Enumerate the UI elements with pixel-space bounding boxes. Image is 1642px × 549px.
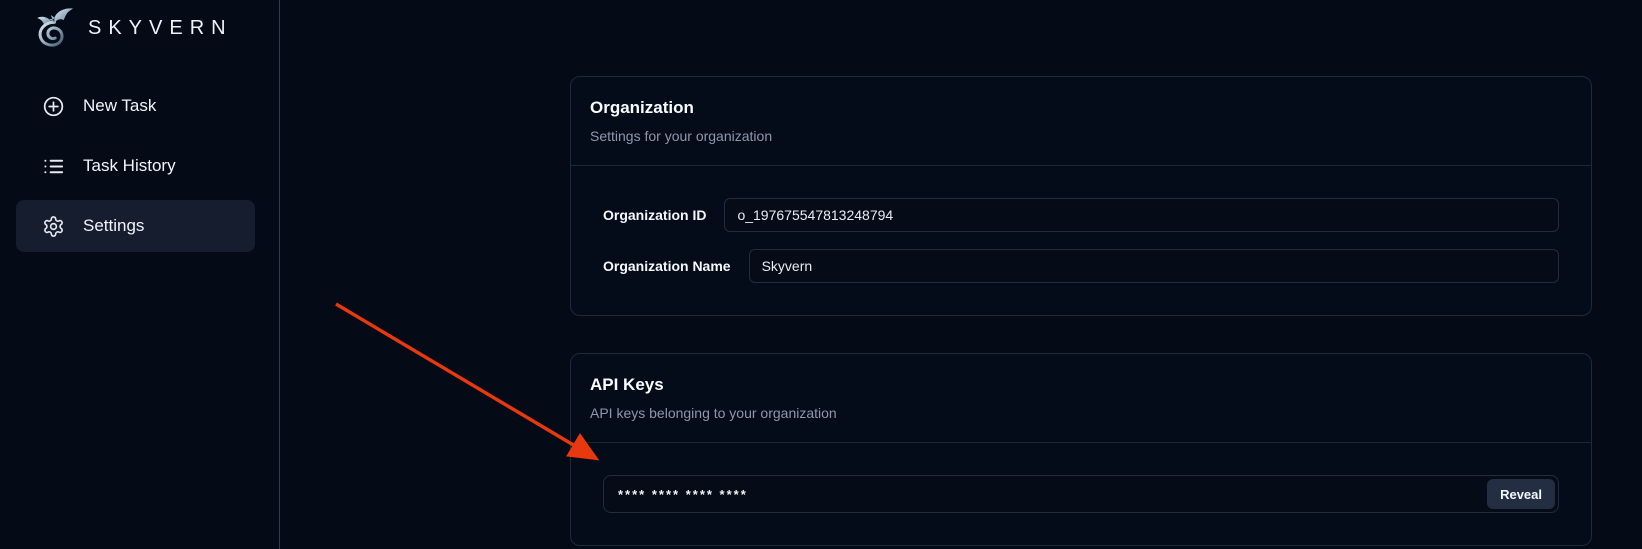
- sidebar-item-label: New Task: [83, 96, 156, 116]
- organization-name-label: Organization Name: [603, 258, 731, 274]
- organization-id-row: Organization ID: [603, 198, 1559, 232]
- sidebar-nav: New Task Task History: [0, 80, 279, 252]
- annotation-arrow-line: [336, 304, 592, 456]
- organization-card-header: Organization Settings for your organizat…: [571, 77, 1591, 165]
- api-keys-card-body: Reveal: [571, 443, 1591, 545]
- sidebar-item-settings[interactable]: Settings: [16, 200, 255, 252]
- api-keys-card-header: API Keys API keys belonging to your orga…: [571, 354, 1591, 442]
- api-keys-card-subtitle: API keys belonging to your organization: [590, 405, 1571, 421]
- api-keys-card: API Keys API keys belonging to your orga…: [570, 353, 1592, 546]
- list-icon: [42, 155, 65, 178]
- brand-wordmark: SKYVERN: [88, 17, 233, 40]
- skyvern-logo-link[interactable]: SKYVERN: [0, 0, 279, 54]
- organization-name-input[interactable]: [749, 249, 1559, 283]
- gear-icon: [42, 215, 65, 238]
- organization-card-subtitle: Settings for your organization: [590, 128, 1571, 144]
- reveal-button[interactable]: Reveal: [1487, 479, 1555, 509]
- sidebar-item-label: Task History: [83, 156, 176, 176]
- organization-id-input[interactable]: [724, 198, 1559, 232]
- organization-id-label: Organization ID: [603, 207, 706, 223]
- sidebar-item-new-task[interactable]: New Task: [16, 80, 255, 132]
- settings-page: Organization Settings for your organizat…: [570, 76, 1592, 546]
- sidebar-item-task-history[interactable]: Task History: [16, 140, 255, 192]
- sidebar-item-label: Settings: [83, 216, 144, 236]
- organization-card-title: Organization: [590, 98, 1571, 118]
- sidebar: SKYVERN New Task: [0, 0, 280, 549]
- plus-circle-icon: [42, 95, 65, 118]
- api-key-field-wrap: Reveal: [603, 475, 1559, 513]
- organization-card-body: Organization ID Organization Name: [571, 166, 1591, 315]
- api-keys-card-title: API Keys: [590, 375, 1571, 395]
- skyvern-dragon-logo-icon: [30, 5, 76, 51]
- organization-name-row: Organization Name: [603, 249, 1559, 283]
- organization-card: Organization Settings for your organizat…: [570, 76, 1592, 316]
- api-key-masked-input[interactable]: [603, 475, 1559, 513]
